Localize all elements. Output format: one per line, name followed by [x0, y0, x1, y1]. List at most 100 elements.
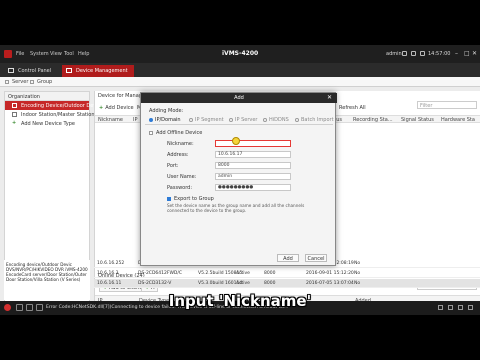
lock-icon[interactable] — [402, 51, 407, 56]
username-row: User Name: admin — [167, 173, 327, 182]
refresh-all-button[interactable]: Refresh All — [339, 105, 366, 111]
org-item-label: Encoding Device/Outdoor Devic — [21, 103, 101, 109]
offline-label: Add Offline Device — [156, 130, 203, 136]
filter-input[interactable]: Filter — [417, 101, 477, 109]
col-recording-status[interactable]: Recording Sta... — [353, 117, 393, 123]
clock: 14:57:00 — [428, 51, 451, 57]
org-item-indoor-station[interactable]: Indoor Station/Master Station — [5, 110, 94, 119]
port-field[interactable]: 8000 — [215, 162, 291, 169]
cancel-button[interactable]: Cancel — [305, 254, 327, 262]
col-hardware-status[interactable]: Hardware Sta — [441, 117, 475, 123]
app-logo-icon — [4, 50, 12, 58]
org-item-label: Indoor Station/Master Station — [21, 112, 95, 118]
menu-bar: File System View Tool Help iVMS-4200 adm… — [0, 45, 480, 63]
org-item-label: Add New Device Type — [21, 121, 75, 127]
adding-mode-options: IP/Domain IP Segment IP Server HiDDNS Ba… — [145, 115, 334, 125]
address-label: Address: — [167, 152, 189, 158]
menu-view[interactable]: View — [50, 51, 62, 57]
app-title: iVMS-4200 — [222, 50, 259, 57]
sub-toolbar: Server Group — [0, 77, 480, 87]
cell-type: DS-2CD6412FWD/C — [138, 271, 183, 276]
device-icon — [12, 103, 17, 108]
cell-type: DS-2CD3132-V — [138, 281, 172, 286]
radio-selected-icon — [149, 117, 153, 122]
cell-date: 2016-09-01 15:12:20 — [306, 271, 354, 276]
export-note: Set the device name as the group name an… — [167, 203, 305, 213]
cpu-icon — [420, 51, 425, 56]
menu-tool[interactable]: Tool — [64, 51, 74, 57]
cell-port: 8000 — [264, 281, 276, 286]
org-item-add-type[interactable]: + Add New Device Type — [5, 119, 89, 128]
add-device-button[interactable]: + Add Device — [99, 105, 134, 111]
maximize-icon[interactable]: □ — [464, 50, 470, 57]
group-tab[interactable]: Group — [37, 79, 52, 85]
checkbox-icon — [149, 130, 153, 135]
close-icon[interactable]: ✕ — [327, 94, 332, 101]
password-field[interactable]: ●●●●●●●●● — [215, 184, 291, 191]
mode-hiddns[interactable]: HiDDNS — [263, 117, 289, 123]
cell-status: Active — [236, 281, 250, 286]
add-offline-checkbox[interactable]: Add Offline Device — [149, 130, 202, 136]
adding-mode-label: Adding Mode: — [149, 108, 184, 114]
username-field[interactable]: admin — [215, 173, 291, 180]
username-label: User Name: — [167, 174, 197, 180]
mode-ip-segment[interactable]: IP Segment — [189, 117, 224, 123]
table-row[interactable]: 10.6.16.3 DS-2CD6412FWD/C V5.2.5build 1508… — [94, 269, 480, 278]
cell-port: 8000 — [264, 271, 276, 276]
cell-added: No — [354, 271, 361, 276]
radio-icon — [295, 117, 299, 122]
radio-icon — [229, 117, 233, 122]
minimize-icon[interactable]: – — [455, 50, 458, 57]
log-text: Encoding device/Outdoor Devic DVS/NVR/PC… — [6, 262, 88, 282]
mode-label: IP Segment — [195, 117, 224, 123]
tab-device-management[interactable]: Device Management — [62, 65, 134, 77]
table-row[interactable]: 10.6.16.11 DS-2CD3132-V V5.3.0build 160114… — [94, 279, 480, 288]
mode-label: IP/Domain — [155, 117, 181, 123]
mode-ip-domain[interactable]: IP/Domain — [149, 117, 181, 123]
password-label: Password: — [167, 185, 193, 191]
grid-icon — [8, 68, 14, 73]
video-caption: Input 'Nickname' — [168, 292, 312, 310]
plus-icon: + — [12, 120, 17, 126]
tab-label: Device Management — [76, 68, 128, 74]
server-tab[interactable]: Server — [12, 79, 28, 85]
device-icon — [66, 68, 72, 73]
mode-batch-import[interactable]: Batch Import — [295, 117, 334, 123]
cell-ip: 10.6.16.11 — [97, 281, 122, 286]
filter-placeholder: Filter — [420, 103, 433, 109]
user-name[interactable]: admin — [386, 51, 402, 57]
checkbox-checked-icon — [167, 196, 171, 201]
menu-system[interactable]: System — [30, 51, 49, 57]
menu-file[interactable]: File — [16, 51, 24, 57]
menu-help[interactable]: Help — [78, 51, 89, 57]
nickname-field[interactable] — [215, 140, 291, 147]
cell-status: Active — [236, 271, 250, 276]
tab-label: Control Panel — [18, 68, 52, 74]
col-signal-status[interactable]: Signal Status — [401, 117, 434, 123]
close-icon[interactable]: ✕ — [472, 50, 477, 57]
mode-label: IP Server — [235, 117, 258, 123]
cell-ip: 10.6.16.3 — [97, 271, 119, 276]
address-field[interactable]: 10.6.16.17 — [215, 151, 291, 158]
nickname-row: Nickname: — [167, 140, 327, 149]
cell-date: 2016-07-05 13:07:04 — [306, 281, 354, 286]
password-row: Password: ●●●●●●●●● — [167, 184, 327, 193]
radio-icon — [189, 117, 193, 122]
mode-label: Batch Import — [301, 117, 334, 123]
dialog-title: Add — [141, 93, 337, 103]
export-to-group-checkbox[interactable]: Export to Group — [167, 196, 214, 202]
server-icon — [5, 80, 9, 84]
tab-control-panel[interactable]: Control Panel — [4, 65, 57, 77]
col-nickname[interactable]: Nickname — [98, 117, 123, 123]
radio-icon — [263, 117, 267, 122]
add-device-dialog: Add ✕ Adding Mode: IP/Domain IP Segment … — [140, 92, 337, 266]
cursor-highlight-icon — [232, 137, 240, 145]
device-icon — [12, 112, 17, 117]
add-button[interactable]: Add — [277, 254, 299, 262]
app-window: File System View Tool Help iVMS-4200 adm… — [0, 45, 480, 315]
cell-added: No — [354, 281, 361, 286]
org-item-encoding-device[interactable]: Encoding Device/Outdoor Devic — [5, 101, 100, 110]
monitor-icon[interactable] — [411, 51, 416, 56]
mode-ip-server[interactable]: IP Server — [229, 117, 257, 123]
col-ip[interactable]: IP — [133, 117, 138, 123]
